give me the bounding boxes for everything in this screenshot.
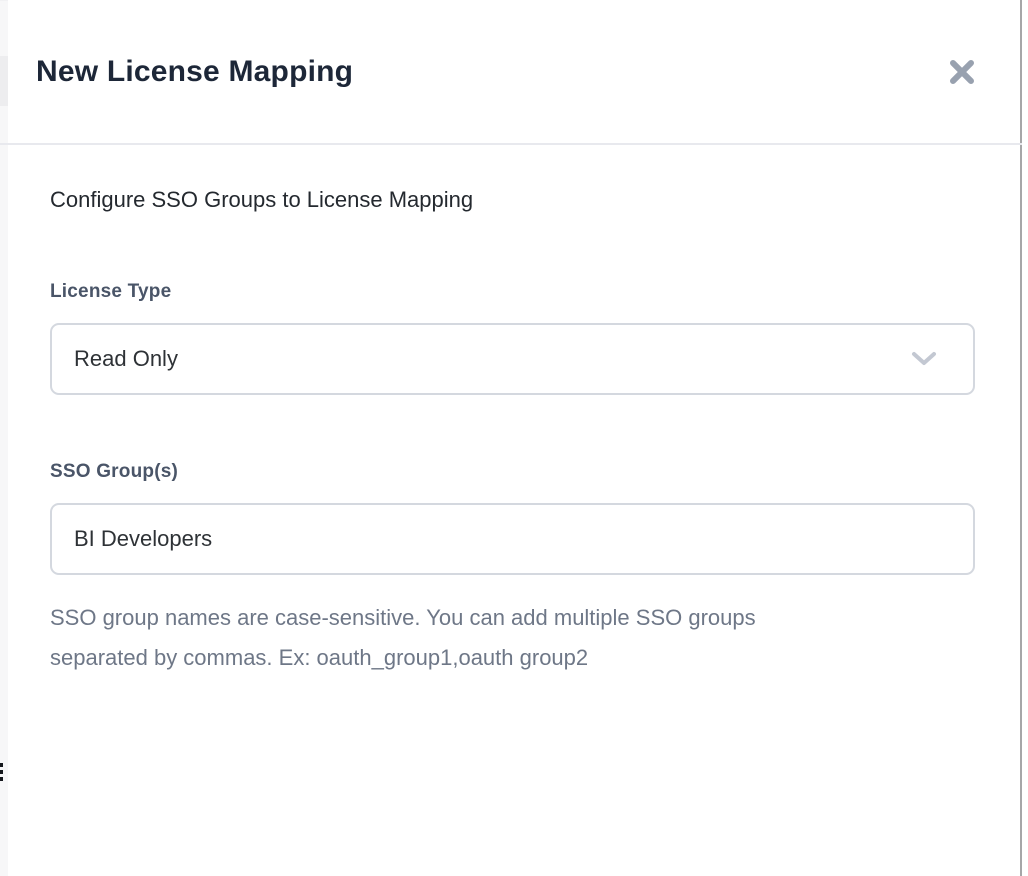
sso-groups-input[interactable] [50, 503, 975, 575]
background-page-block [0, 56, 8, 106]
sso-groups-label: SSO Group(s) [50, 459, 975, 485]
header-divider [0, 143, 1022, 145]
license-type-select[interactable]: Read Only [50, 323, 975, 395]
close-button[interactable] [943, 53, 981, 91]
sso-groups-help-text: SSO group names are case-sensitive. You … [50, 598, 975, 678]
modal-header: New License Mapping [8, 0, 1020, 143]
chevron-down-icon [911, 351, 937, 367]
background-page-strip [0, 0, 8, 876]
license-type-selected-value: Read Only [74, 346, 178, 372]
license-type-label: License Type [50, 279, 975, 305]
modal-title: New License Mapping [36, 55, 353, 89]
new-license-mapping-modal: New License Mapping Configure SSO Groups… [8, 0, 1022, 876]
config-heading: Configure SSO Groups to License Mapping [50, 185, 975, 215]
x-close-icon [946, 56, 978, 88]
help-text-line-1: SSO group names are case-sensitive. You … [50, 598, 975, 638]
help-text-line-2: separated by commas. Ex: oauth_group1,oa… [50, 638, 975, 678]
modal-body: Configure SSO Groups to License Mapping … [8, 143, 1020, 678]
hamburger-menu-icon [0, 763, 4, 783]
